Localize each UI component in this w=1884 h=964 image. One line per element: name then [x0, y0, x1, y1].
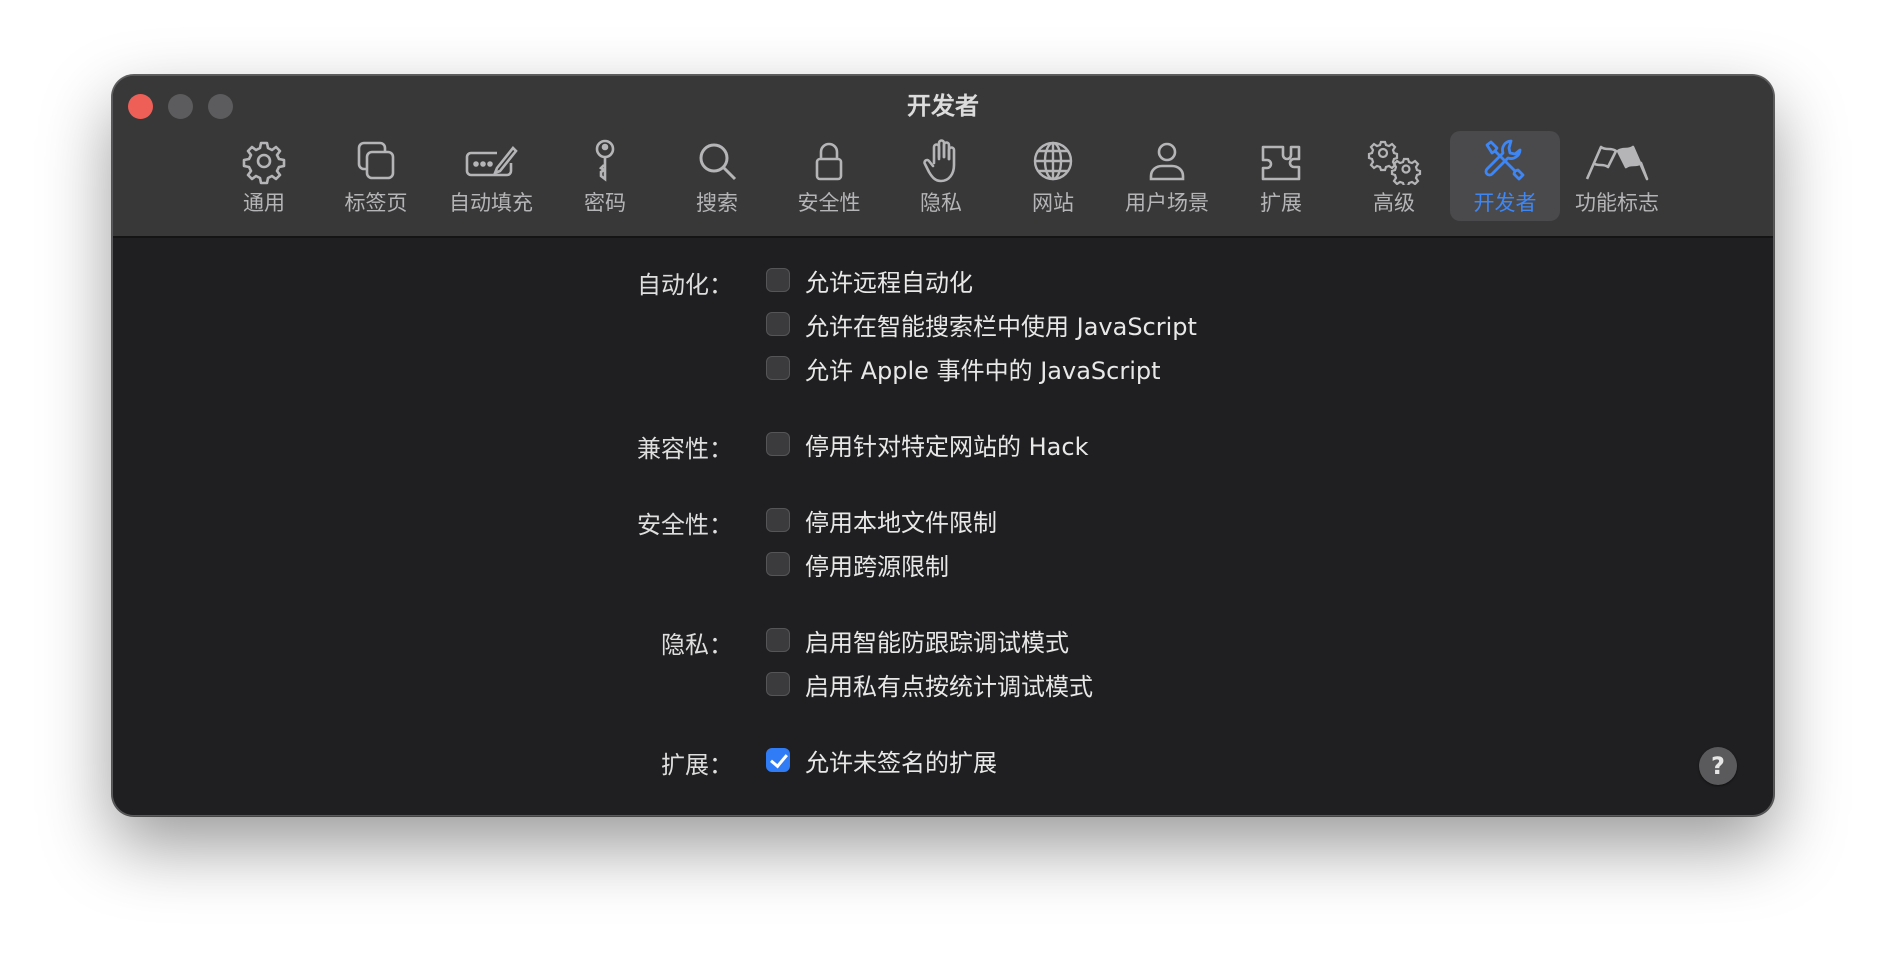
tab-tabs[interactable]: 标签页 — [321, 131, 431, 221]
extensions-label: 扩展： — [661, 751, 733, 779]
tab-advanced[interactable]: 高级 — [1339, 131, 1449, 221]
compatibility-label: 兼容性： — [637, 435, 733, 463]
checkbox[interactable] — [766, 432, 790, 456]
checkbox[interactable] — [766, 312, 790, 336]
checkbox[interactable] — [766, 356, 790, 380]
tab-security[interactable]: 安全性 — [774, 131, 884, 221]
gears-icon — [1367, 140, 1422, 185]
option-allow-remote-automation[interactable]: 允许远程自动化 — [766, 264, 973, 297]
option-label: 允许在智能搜索栏中使用 JavaScript — [805, 312, 1197, 341]
preferences-window: 开发者 通用 标签页 自动填充 密码 搜索 安全性 隐私 网站 用户场景 扩展 … — [112, 75, 1774, 816]
hand-icon — [923, 139, 956, 183]
option-disable-local-file-restrictions[interactable]: 停用本地文件限制 — [766, 504, 997, 537]
tab-label: 自动填充 — [449, 191, 533, 215]
title-bar: 开发者 通用 标签页 自动填充 密码 搜索 安全性 隐私 网站 用户场景 扩展 … — [113, 76, 1773, 238]
option-label: 启用私有点按统计调试模式 — [805, 672, 1093, 701]
option-label: 允许未签名的扩展 — [805, 748, 997, 777]
autofill-icon — [465, 146, 518, 177]
search-icon — [699, 143, 737, 181]
tab-privacy[interactable]: 隐私 — [886, 131, 996, 221]
tab-websites[interactable]: 网站 — [998, 131, 1108, 221]
option-label: 启用智能防跟踪调试模式 — [805, 628, 1069, 657]
automation-label: 自动化： — [637, 271, 733, 299]
option-disable-cross-origin-restrictions[interactable]: 停用跨源限制 — [766, 548, 949, 581]
tab-label: 密码 — [584, 191, 626, 215]
tab-feature-flags[interactable]: 功能标志 — [1562, 131, 1672, 221]
tab-extensions[interactable]: 扩展 — [1226, 131, 1336, 221]
gear-icon — [242, 141, 286, 185]
tab-label: 开发者 — [1473, 191, 1537, 215]
tab-passwords[interactable]: 密码 — [550, 131, 660, 221]
tab-label: 高级 — [1373, 191, 1415, 215]
tab-label: 搜索 — [696, 191, 738, 215]
option-itp-debug-mode[interactable]: 启用智能防跟踪调试模式 — [766, 624, 1069, 657]
key-icon — [595, 139, 615, 182]
option-allow-js-from-apple-events[interactable]: 允许 Apple 事件中的 JavaScript — [766, 352, 1161, 385]
option-label: 允许 Apple 事件中的 JavaScript — [805, 356, 1161, 385]
option-private-click-measurement-debug[interactable]: 启用私有点按统计调试模式 — [766, 668, 1093, 701]
flags-icon — [1585, 145, 1649, 181]
lock-icon — [815, 142, 843, 181]
tools-icon — [1484, 139, 1525, 181]
puzzle-icon — [1261, 145, 1301, 181]
tab-label: 隐私 — [920, 191, 962, 215]
tab-label: 用户场景 — [1125, 191, 1209, 215]
checkbox[interactable] — [766, 672, 790, 696]
privacy-label: 隐私： — [661, 631, 733, 659]
tab-label: 标签页 — [344, 191, 408, 215]
tabs-icon — [357, 141, 395, 180]
tab-autofill[interactable]: 自动填充 — [436, 131, 546, 221]
tab-label: 网站 — [1032, 191, 1074, 215]
checkbox[interactable] — [766, 268, 790, 292]
option-label: 停用跨源限制 — [805, 552, 949, 581]
option-label: 停用针对特定网站的 Hack — [805, 432, 1089, 461]
person-icon — [1149, 142, 1185, 181]
tab-label: 通用 — [243, 191, 285, 215]
option-label: 允许远程自动化 — [805, 268, 973, 297]
checkbox[interactable] — [766, 628, 790, 652]
option-disable-site-specific-hacks[interactable]: 停用针对特定网站的 Hack — [766, 428, 1089, 461]
tab-label: 扩展 — [1260, 191, 1302, 215]
checkbox[interactable] — [766, 552, 790, 576]
checkbox[interactable] — [766, 508, 790, 532]
tab-search[interactable]: 搜索 — [662, 131, 772, 221]
tab-general[interactable]: 通用 — [209, 131, 319, 221]
option-allow-unsigned-extensions[interactable]: 允许未签名的扩展 — [766, 744, 997, 777]
preferences-toolbar: 通用 标签页 自动填充 密码 搜索 安全性 隐私 网站 用户场景 扩展 高级 开… — [113, 131, 1773, 223]
help-button[interactable]: ? — [1699, 747, 1737, 785]
tab-label: 功能标志 — [1575, 191, 1659, 215]
option-allow-js-in-smart-search[interactable]: 允许在智能搜索栏中使用 JavaScript — [766, 308, 1197, 341]
option-label: 停用本地文件限制 — [805, 508, 997, 537]
checkbox-checked[interactable] — [766, 748, 790, 772]
tab-profiles[interactable]: 用户场景 — [1112, 131, 1222, 221]
tab-label: 安全性 — [797, 191, 861, 215]
tab-developer[interactable]: 开发者 — [1450, 131, 1560, 221]
security-label: 安全性： — [637, 511, 733, 539]
window-title: 开发者 — [907, 92, 979, 120]
globe-icon — [1033, 141, 1073, 181]
developer-settings-pane: 自动化： 允许远程自动化 允许在智能搜索栏中使用 JavaScript 允许 A… — [113, 238, 1773, 815]
